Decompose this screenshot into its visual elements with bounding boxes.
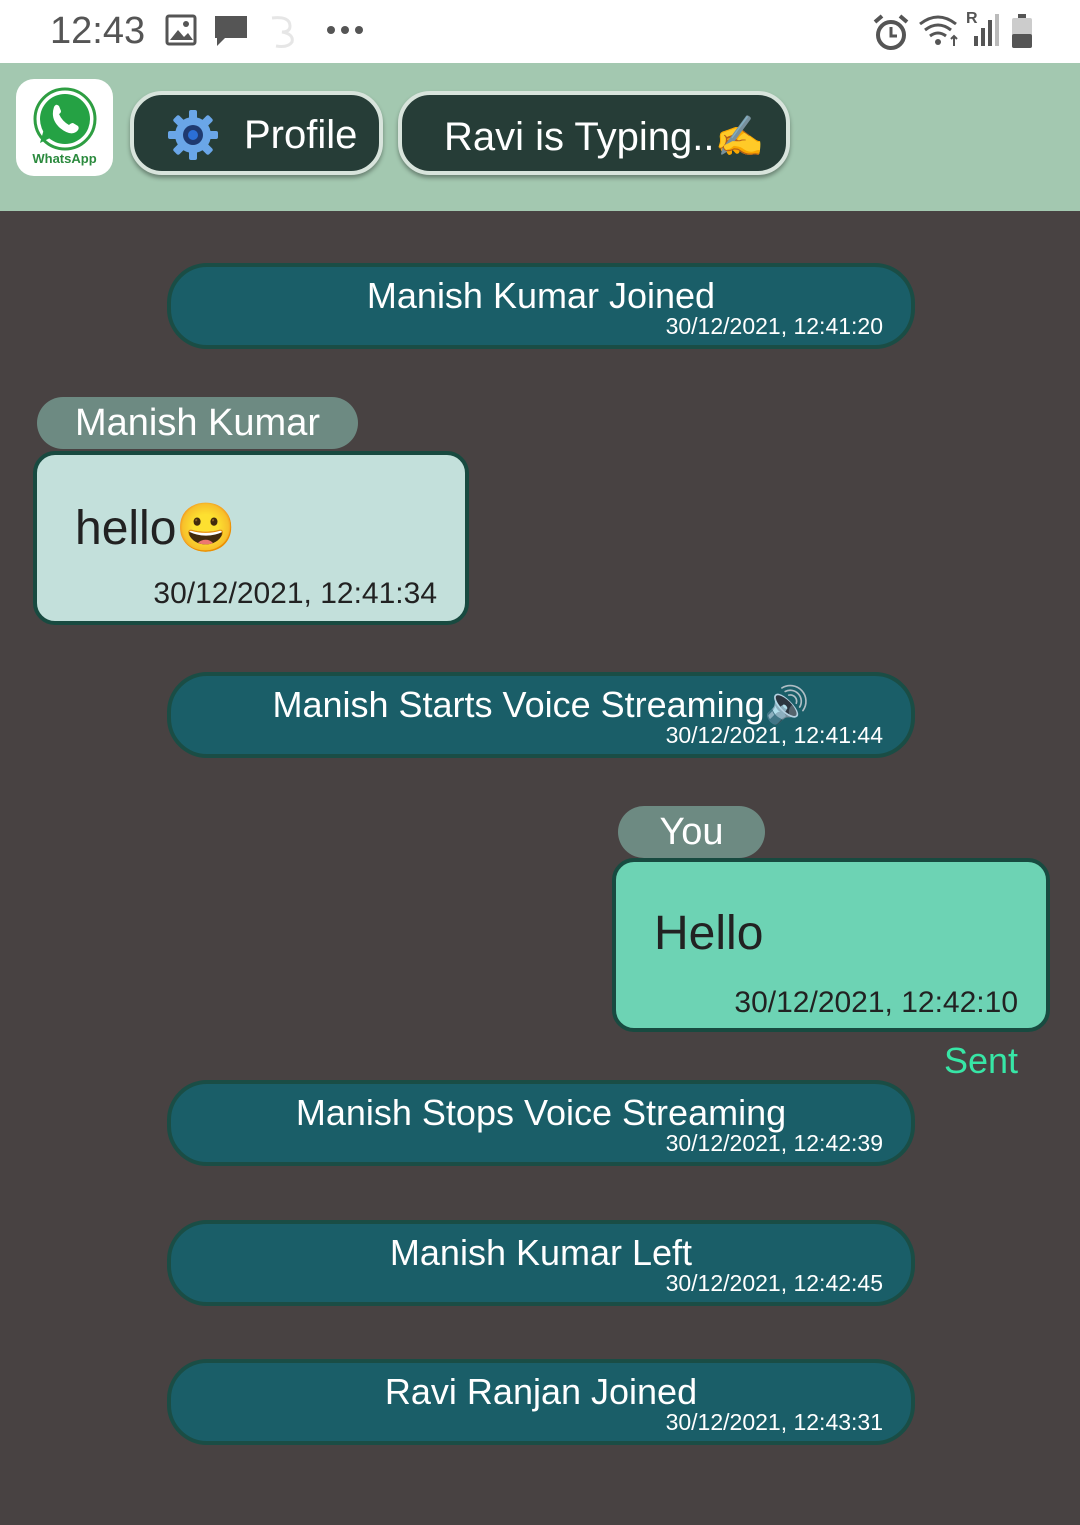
app-header: WhatsApp Profile Ravi is Typing..✍️ <box>0 63 1080 211</box>
system-message-text: Manish Stops Voice Streaming <box>295 1092 787 1133</box>
typing-indicator-button[interactable]: Ravi is Typing..✍️ <box>398 91 790 175</box>
received-message-bubble[interactable]: hello😀 30/12/2021, 12:41:34 <box>33 451 469 625</box>
system-message: Ravi Ranjan Joined 30/12/2021, 12:43:31 <box>167 1359 915 1445</box>
message-timestamp: 30/12/2021, 12:41:44 <box>665 722 883 748</box>
sender-name: You <box>659 811 724 853</box>
message-text: hello😀 <box>75 502 237 555</box>
whatsapp-logo[interactable]: WhatsApp <box>16 79 113 176</box>
signal-icon: R <box>966 10 1000 48</box>
message-timestamp: 30/12/2021, 12:41:20 <box>665 313 883 339</box>
status-bar: 12:43 R <box>0 0 1080 63</box>
sent-message-bubble[interactable]: Hello 30/12/2021, 12:42:10 <box>612 858 1050 1032</box>
message-timestamp: 30/12/2021, 12:41:34 <box>153 577 437 610</box>
system-message-text: Manish Kumar Left <box>389 1232 693 1273</box>
typing-label: Ravi is Typing..✍️ <box>444 115 765 159</box>
message-timestamp: 30/12/2021, 12:43:31 <box>665 1409 883 1435</box>
more-icon <box>327 26 363 34</box>
message-timestamp: 30/12/2021, 12:42:45 <box>665 1270 883 1296</box>
system-message-text: Manish Kumar Joined <box>366 275 716 316</box>
sender-name: Manish Kumar <box>75 402 320 444</box>
sender-name-tag: Manish Kumar <box>37 397 358 449</box>
battery-icon <box>1012 14 1032 48</box>
system-message: Manish Kumar Joined 30/12/2021, 12:41:20 <box>167 263 915 349</box>
sync-icon <box>271 16 294 48</box>
alarm-icon <box>873 14 909 50</box>
gear-icon <box>168 110 218 160</box>
app-name-label: WhatsApp <box>32 151 97 166</box>
wifi-icon <box>919 15 958 46</box>
system-message: Manish Kumar Left 30/12/2021, 12:42:45 <box>167 1220 915 1306</box>
system-message-text: Manish Starts Voice Streaming🔊 <box>272 684 810 725</box>
system-message: Manish Stops Voice Streaming 30/12/2021,… <box>167 1080 915 1166</box>
profile-button[interactable]: Profile <box>130 91 383 175</box>
message-timestamp: 30/12/2021, 12:42:10 <box>734 986 1018 1019</box>
system-message: Manish Starts Voice Streaming🔊 30/12/202… <box>167 672 915 758</box>
image-icon <box>165 14 197 46</box>
message-timestamp: 30/12/2021, 12:42:39 <box>665 1130 883 1156</box>
profile-label: Profile <box>244 113 358 157</box>
system-message-text: Ravi Ranjan Joined <box>384 1371 698 1412</box>
message-status: Sent <box>943 1040 1018 1081</box>
message-icon <box>215 16 247 46</box>
sender-name-tag: You <box>618 806 765 858</box>
message-text: Hello <box>654 907 764 960</box>
status-time: 12:43 <box>50 10 146 52</box>
